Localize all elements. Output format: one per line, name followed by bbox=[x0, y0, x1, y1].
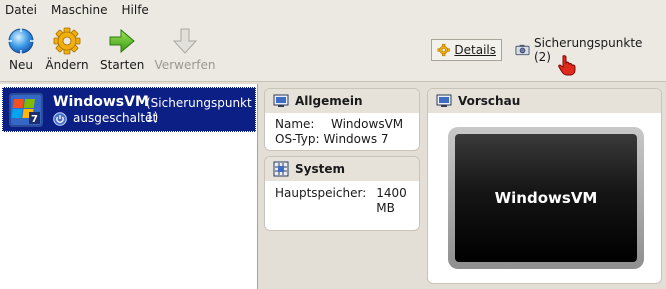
general-panel: Allgemein Name: WindowsVM OS-Typ: Window… bbox=[264, 88, 420, 151]
start-arrow-icon bbox=[109, 28, 135, 54]
general-ostype-value: Windows 7 bbox=[323, 132, 389, 146]
system-panel-header[interactable]: System bbox=[265, 157, 419, 181]
start-button[interactable]: Starten bbox=[100, 26, 144, 72]
system-panel: System Hauptspeicher: 1400 MB bbox=[264, 156, 420, 231]
vm-list: 7 WindowsVM (Sicherungspunkt 1) ausgesch… bbox=[0, 84, 258, 289]
details-gear-icon bbox=[437, 43, 450, 57]
change-button[interactable]: Ändern bbox=[44, 26, 90, 72]
discard-button[interactable]: Verwerfen bbox=[154, 26, 216, 72]
camera-icon bbox=[515, 44, 530, 56]
vm-list-item[interactable]: 7 WindowsVM (Sicherungspunkt 1) ausgesch… bbox=[2, 87, 256, 132]
snapshots-tab-label: Sicherungspunkte (2) bbox=[533, 36, 643, 64]
snapshots-tab[interactable]: Sicherungspunkte (2) bbox=[510, 36, 660, 64]
change-button-label: Ändern bbox=[45, 58, 89, 72]
system-memory-label: Hauptspeicher: bbox=[275, 186, 367, 200]
menu-datei[interactable]: Datei bbox=[5, 3, 37, 17]
mouse-cursor-icon bbox=[558, 55, 576, 76]
chip-icon bbox=[273, 161, 289, 177]
discard-button-label: Verwerfen bbox=[154, 58, 216, 72]
vm-current-snapshot: (Sicherungspunkt 1) bbox=[146, 96, 252, 124]
details-tab-label: Details bbox=[454, 43, 496, 57]
menu-maschine[interactable]: Maschine bbox=[51, 3, 107, 17]
vm-name: WindowsVM bbox=[53, 94, 149, 110]
general-name-value: WindowsVM bbox=[331, 117, 404, 131]
new-vm-icon bbox=[8, 28, 34, 54]
general-ostype-label: OS-Typ: bbox=[275, 132, 320, 146]
general-name-label: Name: bbox=[275, 117, 315, 131]
preview-panel: Vorschau WindowsVM bbox=[427, 88, 662, 284]
new-button-label: Neu bbox=[9, 58, 33, 72]
start-button-label: Starten bbox=[100, 58, 145, 72]
system-panel-title: System bbox=[295, 162, 345, 176]
monitor-icon bbox=[436, 94, 452, 107]
svg-text:7: 7 bbox=[31, 114, 38, 125]
vm-state: ausgeschaltet bbox=[73, 111, 158, 125]
preview-panel-title: Vorschau bbox=[458, 94, 521, 108]
details-tab[interactable]: Details bbox=[431, 39, 502, 61]
new-button[interactable]: Neu bbox=[4, 26, 38, 72]
general-panel-header[interactable]: Allgemein bbox=[265, 89, 419, 113]
gear-icon bbox=[53, 27, 81, 55]
menu-bar: Datei Maschine Hilfe bbox=[0, 0, 666, 20]
menu-hilfe[interactable]: Hilfe bbox=[122, 3, 149, 17]
toolbar: Neu Ändern Starten Verwerfen Details Sic… bbox=[0, 20, 666, 82]
system-memory-value: 1400 MB bbox=[376, 186, 407, 215]
discard-arrow-icon bbox=[172, 28, 198, 54]
preview-panel-header[interactable]: Vorschau bbox=[428, 89, 661, 113]
preview-vm-name: WindowsVM bbox=[494, 189, 598, 207]
general-panel-title: Allgemein bbox=[295, 94, 363, 108]
power-off-icon bbox=[53, 112, 67, 126]
preview-screen: WindowsVM bbox=[448, 127, 644, 269]
windows7-icon: 7 bbox=[9, 93, 43, 127]
monitor-icon bbox=[273, 94, 289, 107]
